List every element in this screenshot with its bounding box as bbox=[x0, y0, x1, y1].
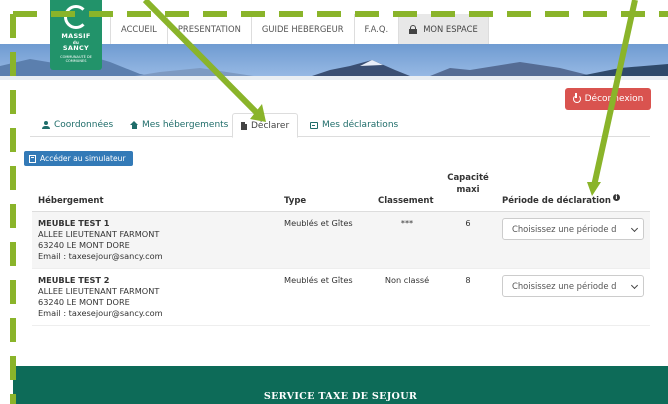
nav-faq[interactable]: F.A.Q. bbox=[353, 14, 399, 44]
accommodation-cell: MEUBLE TEST 2 ALLEE LIEUTENANT FARMONT 6… bbox=[38, 275, 278, 319]
main-nav: ACCUEIL PRESENTATION GUIDE HEBERGEUR F.A… bbox=[110, 14, 489, 44]
logo-subtitle: COMMUNAUTÉ DE COMMUNES bbox=[60, 55, 92, 63]
lock-icon bbox=[409, 25, 418, 34]
tab-declarer[interactable]: Déclarer bbox=[232, 113, 299, 138]
nav-presentation[interactable]: PRESENTATION bbox=[166, 14, 251, 44]
accommodation-city: 63240 LE MONT DORE bbox=[38, 297, 130, 307]
tab-mes-hebergements-label: Mes hébergements bbox=[142, 120, 229, 130]
accommodation-capacite: 8 bbox=[465, 275, 471, 285]
accommodation-name: MEUBLE TEST 2 bbox=[38, 275, 110, 285]
accommodation-address: ALLEE LIEUTENANT FARMONT bbox=[38, 229, 160, 239]
nav-mon-espace[interactable]: MON ESPACE bbox=[398, 14, 489, 44]
chevron-down-icon bbox=[630, 224, 639, 233]
header-periode: Période de déclaration i bbox=[502, 194, 620, 206]
simulator-button[interactable]: Accéder au simulateur bbox=[24, 151, 133, 166]
nav-accueil[interactable]: ACCUEIL bbox=[110, 14, 167, 44]
home-icon bbox=[130, 121, 138, 129]
file-icon bbox=[241, 121, 247, 130]
accommodation-email: Email : taxesejour@sancy.com bbox=[38, 251, 163, 261]
accommodation-name: MEUBLE TEST 1 bbox=[38, 218, 110, 228]
user-icon bbox=[42, 121, 50, 129]
periode-select[interactable]: Choisissez une période d bbox=[502, 218, 644, 240]
chevron-down-icon bbox=[630, 281, 639, 290]
accommodation-capacite: 6 bbox=[465, 218, 471, 228]
tab-mes-declarations[interactable]: Mes déclarations bbox=[310, 113, 398, 137]
accommodation-type: Meublés et Gîtes bbox=[284, 275, 353, 285]
accommodation-type: Meublés et Gîtes bbox=[284, 218, 353, 228]
accommodation-email: Email : taxesejour@sancy.com bbox=[38, 308, 163, 318]
accommodation-cell: MEUBLE TEST 1 ALLEE LIEUTENANT FARMONT 6… bbox=[38, 218, 278, 262]
info-icon[interactable]: i bbox=[612, 194, 620, 201]
tab-mes-hebergements[interactable]: Mes hébergements bbox=[130, 113, 228, 137]
inbox-icon bbox=[310, 121, 318, 129]
header-classement: Classement bbox=[378, 196, 434, 206]
table-row: MEUBLE TEST 2 ALLEE LIEUTENANT FARMONT 6… bbox=[32, 269, 650, 326]
periode-select-value: Choisissez une période d bbox=[512, 281, 617, 291]
periode-select-value: Choisissez une période d bbox=[512, 224, 617, 234]
account-tabs: Coordonnées Mes hébergements Déclarer Me… bbox=[30, 113, 650, 138]
logout-button[interactable]: Déconnexion bbox=[565, 88, 651, 110]
accommodations-table: Hébergement Type Classement Capacité max… bbox=[32, 170, 650, 326]
logo-text: MASSIF du SANCY bbox=[61, 32, 91, 52]
simulator-label: Accéder au simulateur bbox=[40, 154, 126, 163]
tab-coordonnees-label: Coordonnées bbox=[54, 120, 114, 130]
footer: SERVICE TAXE DE SEJOUR bbox=[13, 366, 668, 404]
page: MASSIF du SANCY COMMUNAUTÉ DE COMMUNES A… bbox=[0, 0, 668, 404]
header-capacite: Capacité maxi bbox=[447, 173, 489, 195]
accommodation-classement: *** bbox=[400, 218, 414, 228]
footer-title: SERVICE TAXE DE SEJOUR bbox=[263, 391, 418, 402]
calculator-icon bbox=[29, 154, 36, 163]
table-header: Hébergement Type Classement Capacité max… bbox=[32, 170, 650, 212]
header-type: Type bbox=[284, 196, 307, 206]
header: MASSIF du SANCY COMMUNAUTÉ DE COMMUNES A… bbox=[0, 0, 668, 70]
tab-coordonnees[interactable]: Coordonnées bbox=[42, 113, 113, 137]
accommodation-address: ALLEE LIEUTENANT FARMONT bbox=[38, 286, 160, 296]
power-icon bbox=[572, 93, 581, 103]
site-logo[interactable]: MASSIF du SANCY COMMUNAUTÉ DE COMMUNES bbox=[50, 0, 102, 70]
table-row: MEUBLE TEST 1 ALLEE LIEUTENANT FARMONT 6… bbox=[32, 212, 650, 269]
accommodation-city: 63240 LE MONT DORE bbox=[38, 240, 130, 250]
periode-select[interactable]: Choisissez une période d bbox=[502, 275, 644, 297]
tab-declarer-label: Déclarer bbox=[251, 120, 290, 131]
accommodation-classement: Non classé bbox=[384, 275, 430, 285]
nav-guide-hebergeur[interactable]: GUIDE HEBERGEUR bbox=[250, 14, 354, 44]
logo-swirl-icon bbox=[64, 5, 88, 29]
nav-mon-espace-label: MON ESPACE bbox=[423, 24, 478, 34]
tab-mes-declarations-label: Mes déclarations bbox=[322, 120, 399, 130]
header-hebergement: Hébergement bbox=[38, 196, 104, 206]
logout-label: Déconnexion bbox=[584, 94, 644, 104]
